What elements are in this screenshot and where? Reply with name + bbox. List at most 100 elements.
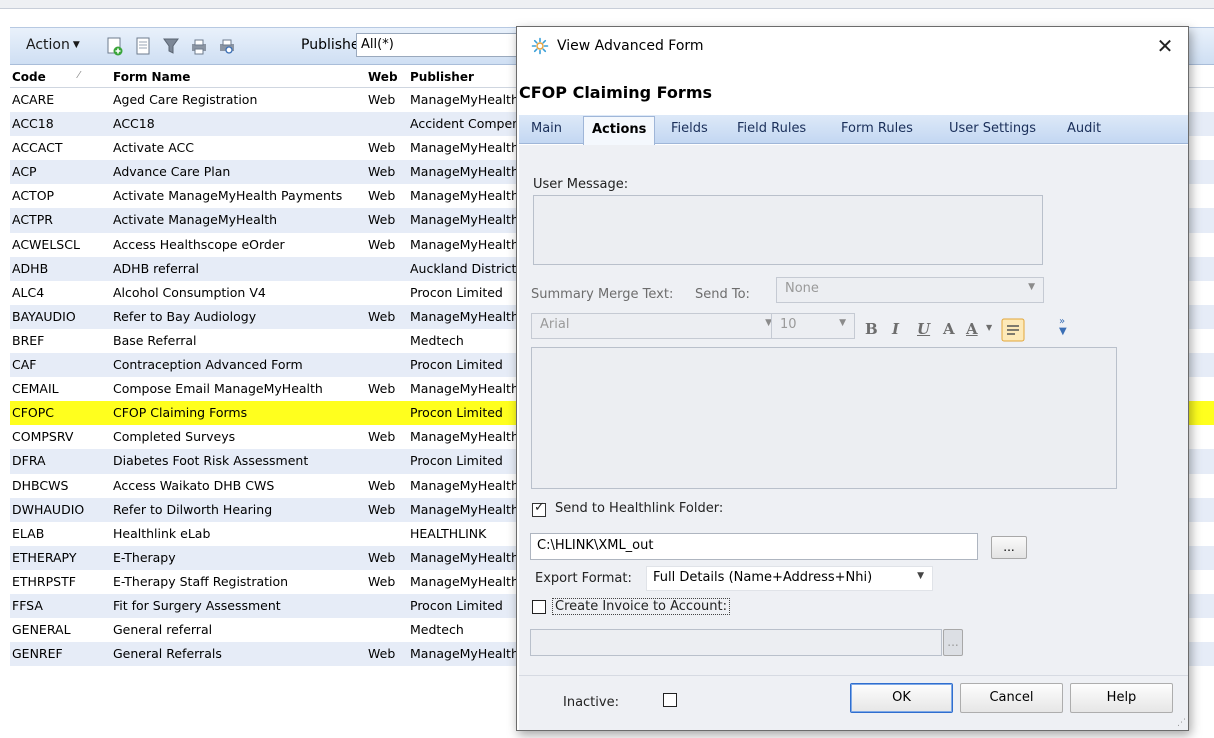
cell-web: Web xyxy=(368,501,396,517)
cell-publisher: Procon Limited xyxy=(410,453,503,469)
close-button[interactable]: ✕ xyxy=(1148,31,1182,61)
cell-form-name: Alcohol Consumption V4 xyxy=(113,284,266,300)
send-healthlink-checkbox[interactable]: ✓ xyxy=(532,500,546,517)
tab-field-rules[interactable]: Field Rules xyxy=(737,121,806,136)
cell-form-name: Activate ManageMyHealth Payments xyxy=(113,188,343,204)
chevron-down-icon: ▼ xyxy=(1028,282,1035,292)
cell-web: Web xyxy=(368,188,396,204)
underline-button[interactable]: U xyxy=(917,320,930,338)
export-format-select[interactable]: Full Details (Name+Address+Nhi) ▼ xyxy=(646,566,933,591)
publisher-select[interactable]: All(*) xyxy=(356,33,536,57)
cell-publisher: ManageMyHealth xyxy=(410,164,519,180)
cell-code: DHBCWS xyxy=(12,477,69,493)
tab-form-rules[interactable]: Form Rules xyxy=(841,121,913,136)
text-color-button[interactable]: A xyxy=(943,320,955,338)
tab-fields[interactable]: Fields xyxy=(671,121,708,136)
tab-audit[interactable]: Audit xyxy=(1067,121,1101,136)
cell-publisher: Procon Limited xyxy=(410,597,503,613)
add-form-icon[interactable] xyxy=(106,36,124,56)
print-preview-icon[interactable] xyxy=(218,36,236,56)
column-header-code[interactable]: Code xyxy=(12,70,104,84)
resize-grip-icon[interactable]: ⋰ xyxy=(1177,718,1186,728)
cell-publisher: Medtech xyxy=(410,622,464,638)
dialog-footer: Inactive: OK Cancel Help ⋰ xyxy=(519,675,1188,730)
cell-publisher: ManageMyHealth xyxy=(410,646,519,662)
summary-merge-label: Summary Merge Text: xyxy=(531,287,674,302)
cell-publisher: ManageMyHealth xyxy=(410,140,519,156)
cell-code: FFSA xyxy=(12,597,43,613)
dialog-titlebar[interactable]: View Advanced Form ✕ xyxy=(517,27,1188,65)
cell-publisher: ManageMyHealth xyxy=(410,477,519,493)
cell-form-name: Diabetes Foot Risk Assessment xyxy=(113,453,309,469)
font-name-select[interactable]: Arial ▼ xyxy=(531,313,781,339)
window-top-strip xyxy=(0,0,1214,9)
cell-code: DFRA xyxy=(12,453,46,469)
font-name-value: Arial xyxy=(540,317,570,332)
cell-web: Web xyxy=(368,573,396,589)
filter-icon[interactable] xyxy=(162,36,180,56)
cell-publisher: ManageMyHealth xyxy=(410,381,519,397)
cell-form-name: Fit for Surgery Assessment xyxy=(113,597,281,613)
tab-actions[interactable]: Actions xyxy=(583,116,656,145)
ok-button[interactable]: OK xyxy=(850,683,953,713)
create-invoice-label: Create Invoice to Account: xyxy=(552,598,730,615)
cell-form-name: Activate ACC xyxy=(113,140,194,156)
help-button[interactable]: Help xyxy=(1070,683,1173,713)
cell-form-name: Refer to Dilworth Hearing xyxy=(113,501,273,517)
cell-code: ETHERAPY xyxy=(12,549,77,565)
cell-web: Web xyxy=(368,236,396,252)
tab-user-settings[interactable]: User Settings xyxy=(949,121,1036,136)
cell-web: Web xyxy=(368,92,396,107)
cell-code: ACARE xyxy=(12,92,55,107)
column-header-publisher[interactable]: Publisher xyxy=(410,70,520,84)
cell-form-name: Healthlink eLab xyxy=(113,525,211,541)
cell-web: Web xyxy=(368,429,396,445)
toolbar-overflow-icon[interactable]: » ▼ xyxy=(1059,317,1067,337)
send-healthlink-label: Send to Healthlink Folder: xyxy=(555,501,724,516)
cell-form-name: E-Therapy xyxy=(113,549,176,565)
column-header-form-name[interactable]: Form Name xyxy=(113,70,363,84)
cell-form-name: Completed Surveys xyxy=(113,429,236,445)
print-icon[interactable] xyxy=(190,36,208,56)
tab-main[interactable]: Main xyxy=(531,121,562,136)
cell-publisher: ManageMyHealth xyxy=(410,308,519,324)
send-to-select[interactable]: None ▼ xyxy=(776,277,1044,303)
cell-code: DWHAUDIO xyxy=(12,501,85,517)
cell-code: ACWELSCL xyxy=(12,236,80,252)
bold-button[interactable]: B xyxy=(865,320,878,338)
chevron-down-icon: ▼ xyxy=(839,318,846,328)
chevron-down-icon: ▼ xyxy=(986,323,993,332)
cell-code: ACP xyxy=(12,164,37,180)
cancel-button[interactable]: Cancel xyxy=(960,683,1063,713)
cell-publisher: ManageMyHealth xyxy=(410,188,519,204)
paragraph-format-icon[interactable] xyxy=(1001,318,1025,342)
browse-folder-button[interactable]: ... xyxy=(991,536,1027,559)
view-advanced-form-dialog: View Advanced Form ✕ CFOP Claiming Forms… xyxy=(516,26,1189,731)
form-document-icon[interactable] xyxy=(134,36,152,56)
highlight-color-button[interactable]: A xyxy=(966,320,978,338)
create-invoice-checkbox[interactable] xyxy=(532,600,546,614)
browse-account-button[interactable]: ... xyxy=(943,629,963,656)
invoice-account-field[interactable] xyxy=(530,629,942,656)
summary-merge-editor[interactable] xyxy=(531,347,1117,489)
cell-publisher: Auckland District xyxy=(410,260,517,276)
user-message-box[interactable] xyxy=(533,195,1043,265)
cell-form-name: Access Waikato DHB CWS xyxy=(113,477,275,493)
cell-code: ALC4 xyxy=(12,284,45,300)
action-menu[interactable]: Action ▼ xyxy=(26,37,80,53)
cell-code: ACTPR xyxy=(12,212,53,228)
column-header-web[interactable]: Web xyxy=(368,70,404,84)
cell-form-name: CFOP Claiming Forms xyxy=(113,405,248,421)
italic-button[interactable]: I xyxy=(892,320,899,338)
cell-publisher: Procon Limited xyxy=(410,405,503,421)
font-size-select[interactable]: 10 ▼ xyxy=(771,313,855,339)
cell-form-name: General referral xyxy=(113,622,213,638)
cell-web: Web xyxy=(368,164,396,180)
send-to-label: Send To: xyxy=(695,287,750,302)
cell-publisher: ManageMyHealth xyxy=(410,92,519,107)
cell-publisher: HEALTHLINK xyxy=(410,525,487,541)
inactive-checkbox[interactable] xyxy=(663,693,677,707)
cell-code: CAF xyxy=(12,357,37,373)
cell-form-name: ADHB referral xyxy=(113,260,199,276)
healthlink-path-field[interactable]: C:\HLINK\XML_out xyxy=(530,533,978,560)
